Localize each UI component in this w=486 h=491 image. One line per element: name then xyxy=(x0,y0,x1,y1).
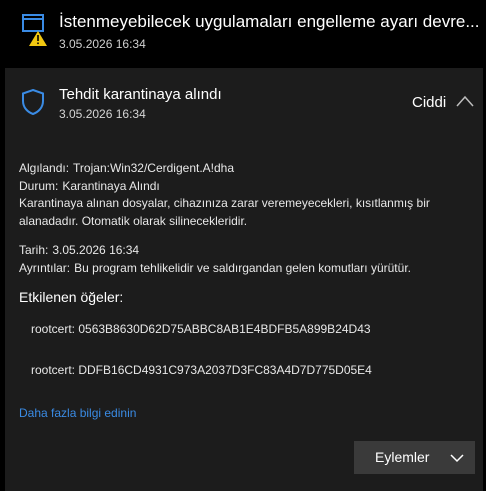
date-row: Tarih: 3.05.2026 16:34 xyxy=(19,241,139,259)
actions-button[interactable]: Eylemler xyxy=(354,441,475,474)
chevron-down-icon xyxy=(450,454,464,463)
notification-title: İstenmeyebilecek uygulamaları engelleme … xyxy=(59,12,480,31)
app-window-warning-icon xyxy=(22,14,47,46)
details-label: Ayrıntılar: xyxy=(19,261,71,275)
affected-item: rootcert: 0563B8630D62D75ABBC8AB1E4BDFB5… xyxy=(31,322,371,336)
description-line-1: Karantinaya alınan dosyalar, cihazınıza … xyxy=(19,196,430,210)
affected-item: rootcert: DDFB16CD4931C973A2037D3FC83A4D… xyxy=(31,363,372,377)
card-date: 3.05.2026 16:34 xyxy=(59,107,146,121)
affected-items-heading: Etkilenen öğeler: xyxy=(19,289,124,305)
details-row: Ayrıntılar: Bu program tehlikelidir ve sa… xyxy=(19,259,411,277)
severity-label: Ciddi xyxy=(412,94,447,111)
detected-row: Algılandı: Trojan:Win32/Cerdigent.A!dha xyxy=(19,159,234,177)
date-value: 3.05.2026 16:34 xyxy=(52,243,140,257)
actions-label: Eylemler xyxy=(375,449,430,465)
status-row: Durum: Karantinaya Alındı xyxy=(19,177,160,195)
detected-value: Trojan:Win32/Cerdigent.A!dha xyxy=(73,161,235,175)
shield-icon xyxy=(22,89,44,115)
threat-quarantined-card: Tehdit karantinaya alındı 3.05.2026 16:3… xyxy=(5,68,483,491)
status-value: Karantinaya Alındı xyxy=(62,179,160,193)
learn-more-link[interactable]: Daha fazla bilgi edinin xyxy=(19,406,136,420)
collapse-chevron-up-icon[interactable] xyxy=(455,94,475,108)
description-line-2: alanadadır. Otomatik olarak silinecekler… xyxy=(19,214,248,228)
notification-app-blocking[interactable]: İstenmeyebilecek uygulamaları engelleme … xyxy=(0,0,486,64)
status-label: Durum: xyxy=(19,179,59,193)
details-value: Bu program tehlikelidir ve saldırgandan … xyxy=(74,261,411,275)
card-title: Tehdit karantinaya alındı xyxy=(59,86,222,103)
notification-date: 3.05.2026 16:34 xyxy=(59,37,146,51)
detected-label: Algılandı: xyxy=(19,161,70,175)
date-label: Tarih: xyxy=(19,243,49,257)
